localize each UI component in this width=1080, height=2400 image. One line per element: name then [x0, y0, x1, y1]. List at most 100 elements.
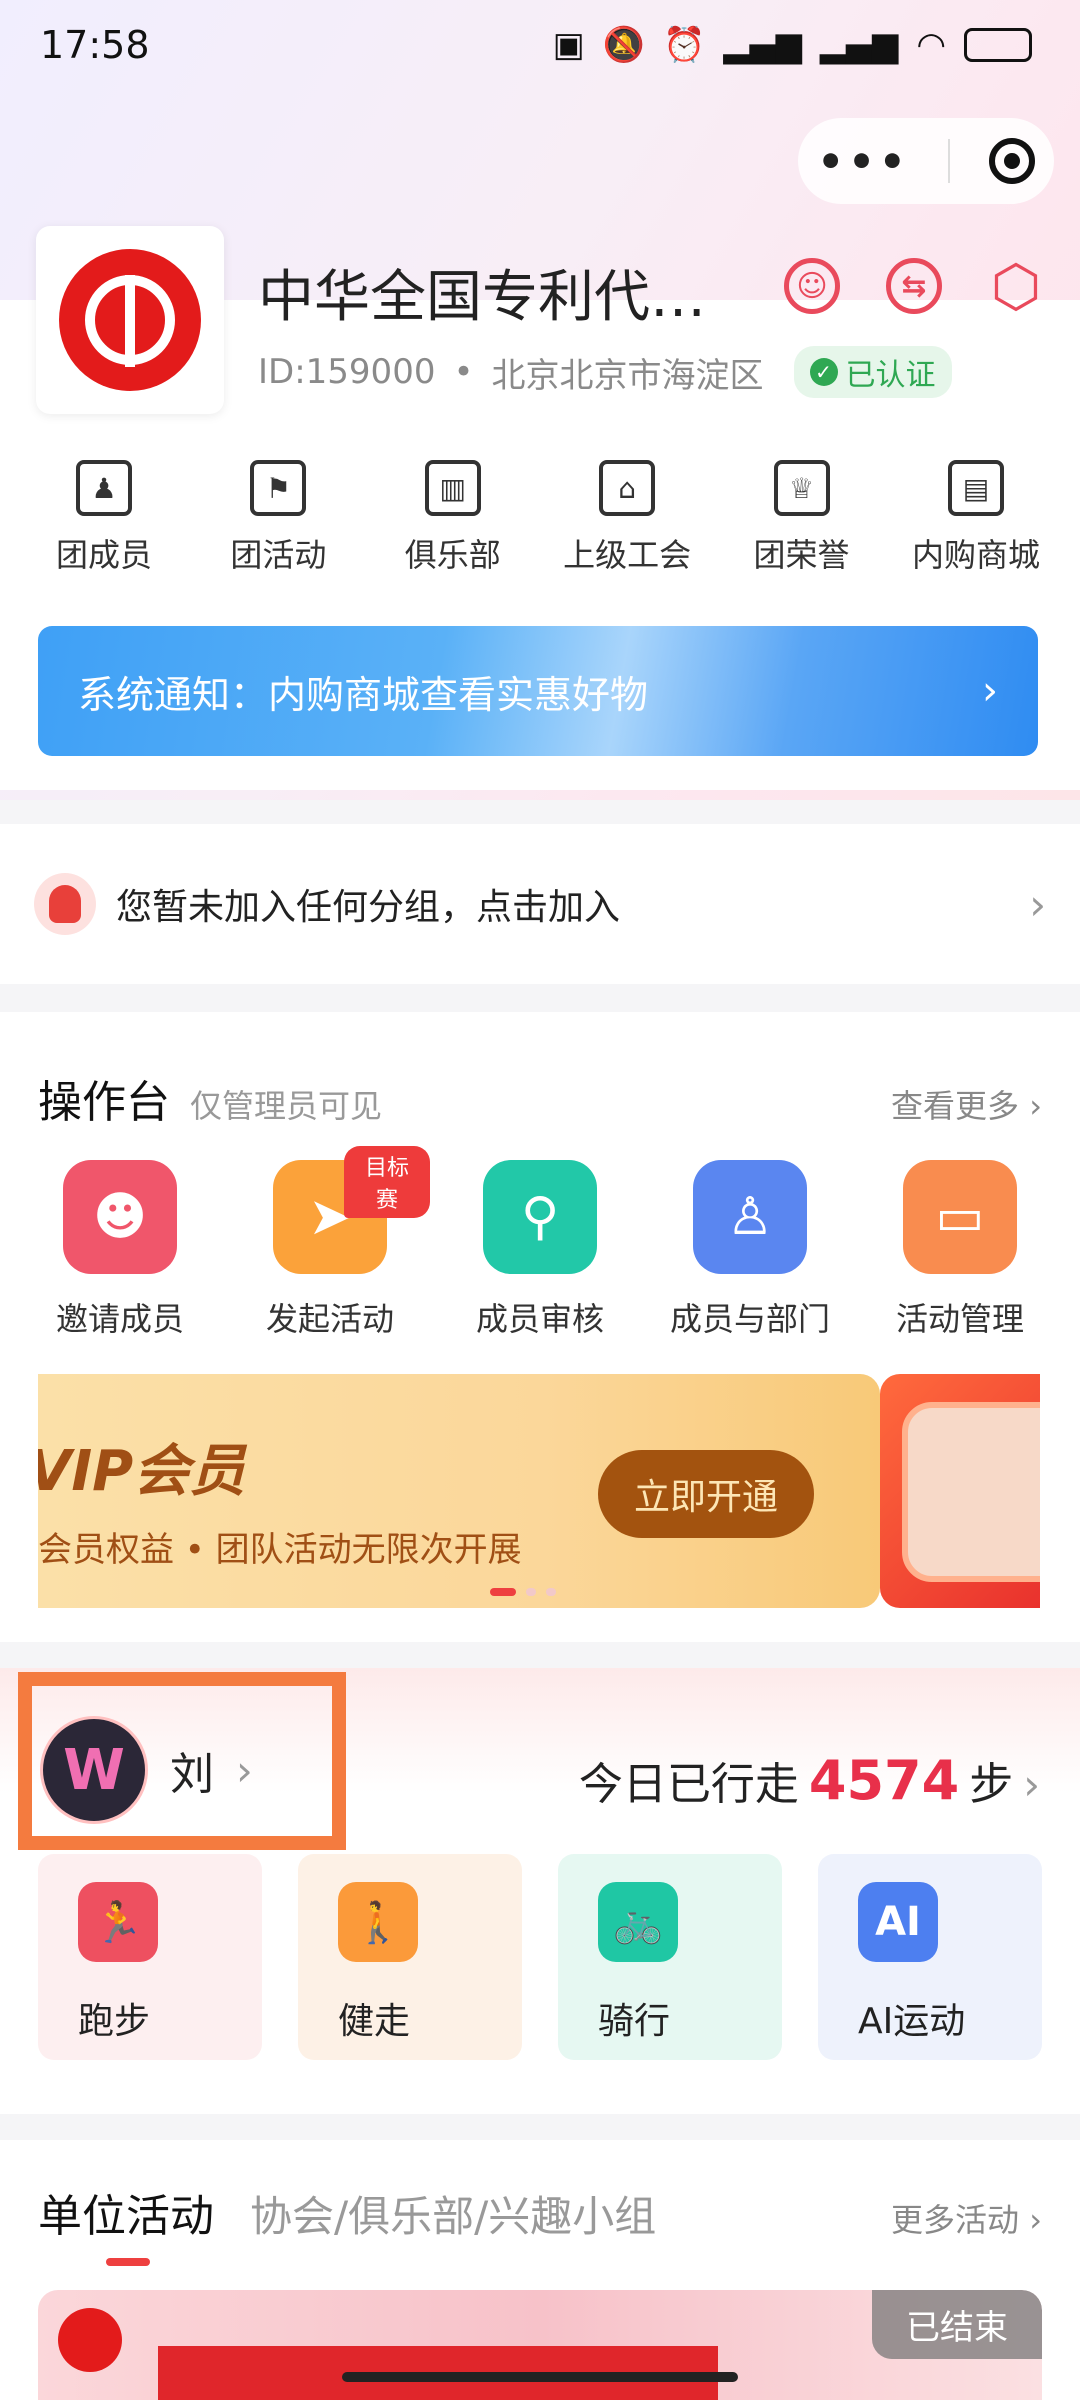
chevron-right-icon: ›	[1029, 1087, 1042, 1125]
more-dots-icon[interactable]: •••	[817, 137, 910, 186]
console-ops: ☻ 邀请成员 目标赛 ➤ 发起活动 ⚲ 成员审核 ♙ 成员与部门 ▭ 活动管理	[20, 1146, 1060, 1340]
nav-honors[interactable]: ♕ 团荣誉	[718, 460, 886, 576]
flag-icon: ⚑	[250, 460, 307, 516]
header-actions: ☺ ⇆ ⬡	[784, 257, 1044, 315]
nav-label: 团荣誉	[753, 536, 850, 574]
activity-card[interactable]: 已结束	[38, 2290, 1042, 2400]
next-banner[interactable]	[880, 1374, 1040, 1608]
console-more-link[interactable]: 查看更多 ›	[891, 1081, 1042, 1127]
meta-separator: •	[453, 352, 474, 392]
op-label: 成员审核	[475, 1300, 604, 1338]
vip-title: VIP会员	[38, 1439, 246, 1504]
op-label: 成员与部门	[669, 1300, 830, 1338]
op-label: 发起活动	[265, 1300, 394, 1338]
mode-label: 跑步	[78, 2001, 151, 2042]
bike-icon: 🚲	[598, 1882, 678, 1962]
nfc-icon: ▣	[552, 25, 585, 65]
store-icon: ▤	[947, 460, 1004, 516]
tab-unit-activities[interactable]: 单位活动	[38, 2180, 214, 2244]
capsule-divider	[948, 139, 951, 183]
join-group-text: 您暂未加入任何分组，点击加入	[116, 887, 621, 928]
op-start-activity[interactable]: 目标赛 ➤ 发起活动	[230, 1146, 430, 1340]
vip-subtitle: 会员权益 • 团队活动无限次开展	[38, 1530, 522, 1570]
ai-icon: AI	[858, 1882, 938, 1962]
run-icon: 🏃	[78, 1882, 158, 1962]
nav-label: 内购商城	[911, 536, 1040, 574]
console-title: 操作台	[38, 1077, 170, 1128]
switch-icon[interactable]: ⇆	[886, 258, 942, 314]
org-location: 北京北京市海淀区	[491, 355, 764, 396]
system-notice-banner[interactable]: 系统通知：内购商城查看实惠好物 ›	[38, 626, 1038, 756]
console-header: 操作台 仅管理员可见 查看更多 ›	[38, 1066, 1042, 1130]
settings-icon[interactable]: ⬡	[988, 257, 1044, 315]
mode-label: 骑行	[598, 2001, 671, 2042]
steps-prefix: 今日已行走	[578, 1759, 799, 1810]
nav-store[interactable]: ▤ 内购商城	[892, 460, 1060, 576]
chevron-right-icon: ›	[1029, 879, 1046, 929]
more-activities-link[interactable]: 更多活动 ›	[891, 2195, 1042, 2241]
mode-walking[interactable]: 🚶 健走	[298, 1854, 522, 2060]
person-icon[interactable]: ☺	[784, 258, 840, 314]
members-icon: ♟	[76, 460, 132, 516]
more-label: 更多活动	[891, 2201, 1020, 2239]
signal-icon: ▂▄▆	[819, 25, 899, 65]
nav-club[interactable]: ▥ 俱乐部	[369, 460, 537, 576]
more-label: 查看更多	[891, 1087, 1020, 1125]
op-label: 活动管理	[895, 1300, 1024, 1338]
mode-ai-sport[interactable]: AI AI运动	[818, 1854, 1042, 2060]
nav-label: 俱乐部	[404, 536, 501, 574]
op-activity-management[interactable]: ▭ 活动管理	[860, 1160, 1060, 1340]
org-id: ID:159000	[258, 352, 436, 392]
bank-icon: ⌂	[599, 460, 656, 516]
verified-label: 已认证	[845, 358, 936, 393]
mode-label: AI运动	[858, 2001, 966, 2042]
mode-running[interactable]: 🏃 跑步	[38, 1854, 262, 2060]
op-member-review[interactable]: ⚲ 成员审核	[440, 1160, 640, 1340]
status-time: 17:58	[40, 23, 150, 67]
status-badge: 已结束	[872, 2290, 1042, 2359]
activity-tabs: 单位活动 协会/俱乐部/兴趣小组 更多活动 ›	[38, 2180, 1042, 2244]
goal-race-tag: 目标赛	[344, 1146, 430, 1218]
chevron-right-icon: ›	[1029, 2201, 1042, 2239]
mute-icon: 🔕	[602, 25, 646, 65]
people-icon: ♙	[693, 1160, 807, 1274]
nav-label: 上级工会	[563, 536, 692, 574]
nav-label: 团成员	[55, 536, 152, 574]
activate-now-button[interactable]: 立即开通	[598, 1450, 814, 1538]
highlight-box	[18, 1672, 346, 1850]
activity-section: 单位活动 协会/俱乐部/兴趣小组 更多活动 › 已结束	[0, 2140, 1080, 2400]
verified-badge: ✓ 已认证	[793, 346, 952, 398]
invite-icon: ☻	[63, 1160, 177, 1274]
vip-banner[interactable]: VIP会员 会员权益 • 团队活动无限次开展 立即开通	[38, 1374, 880, 1608]
op-members-departments[interactable]: ♙ 成员与部门	[650, 1160, 850, 1340]
tab-clubs[interactable]: 协会/俱乐部/兴趣小组	[250, 2183, 656, 2244]
walk-icon: 🚶	[338, 1882, 418, 1962]
signal-icon: ▂▄▆	[723, 25, 802, 65]
nav-label: 团活动	[230, 536, 327, 574]
quick-nav: ♟ 团成员 ⚑ 团活动 ▥ 俱乐部 ⌂ 上级工会 ♕ 团荣誉 ▤ 内购商城	[20, 460, 1060, 576]
org-meta: ID:159000 • 北京北京市海淀区 ✓ 已认证	[258, 346, 952, 398]
mini-program-capsule: •••	[798, 118, 1054, 204]
target-icon[interactable]	[988, 138, 1035, 184]
org-logo-small	[58, 2308, 122, 2372]
stamp-icon: ⚲	[483, 1160, 597, 1274]
op-invite-members[interactable]: ☻ 邀请成员	[20, 1160, 220, 1340]
status-icons: ▣ 🔕 ⏰ ▂▄▆ ▂▄▆ ◠	[553, 25, 1032, 65]
org-logo	[36, 226, 224, 414]
home-indicator[interactable]	[342, 2372, 738, 2382]
nav-upper-union[interactable]: ⌂ 上级工会	[543, 460, 711, 576]
chevron-right-icon: ›	[982, 668, 998, 714]
mode-label: 健走	[338, 2001, 411, 2042]
mode-cycling[interactable]: 🚲 骑行	[558, 1854, 782, 2060]
battery-icon	[964, 28, 1032, 62]
lightbulb-icon	[34, 873, 96, 935]
steps-value: 4574	[808, 1749, 960, 1812]
nav-members[interactable]: ♟ 团成员	[20, 460, 188, 576]
tab-indicator	[106, 2258, 150, 2266]
nav-activities[interactable]: ⚑ 团活动	[194, 460, 362, 576]
today-steps[interactable]: 今日已行走 4574 步 ›	[579, 1748, 1040, 1812]
join-group-card[interactable]: 您暂未加入任何分组，点击加入 ›	[0, 824, 1080, 984]
building-icon: ▥	[424, 460, 481, 516]
chevron-right-icon: ›	[1023, 1760, 1040, 1809]
console-subtitle: 仅管理员可见	[190, 1087, 383, 1125]
